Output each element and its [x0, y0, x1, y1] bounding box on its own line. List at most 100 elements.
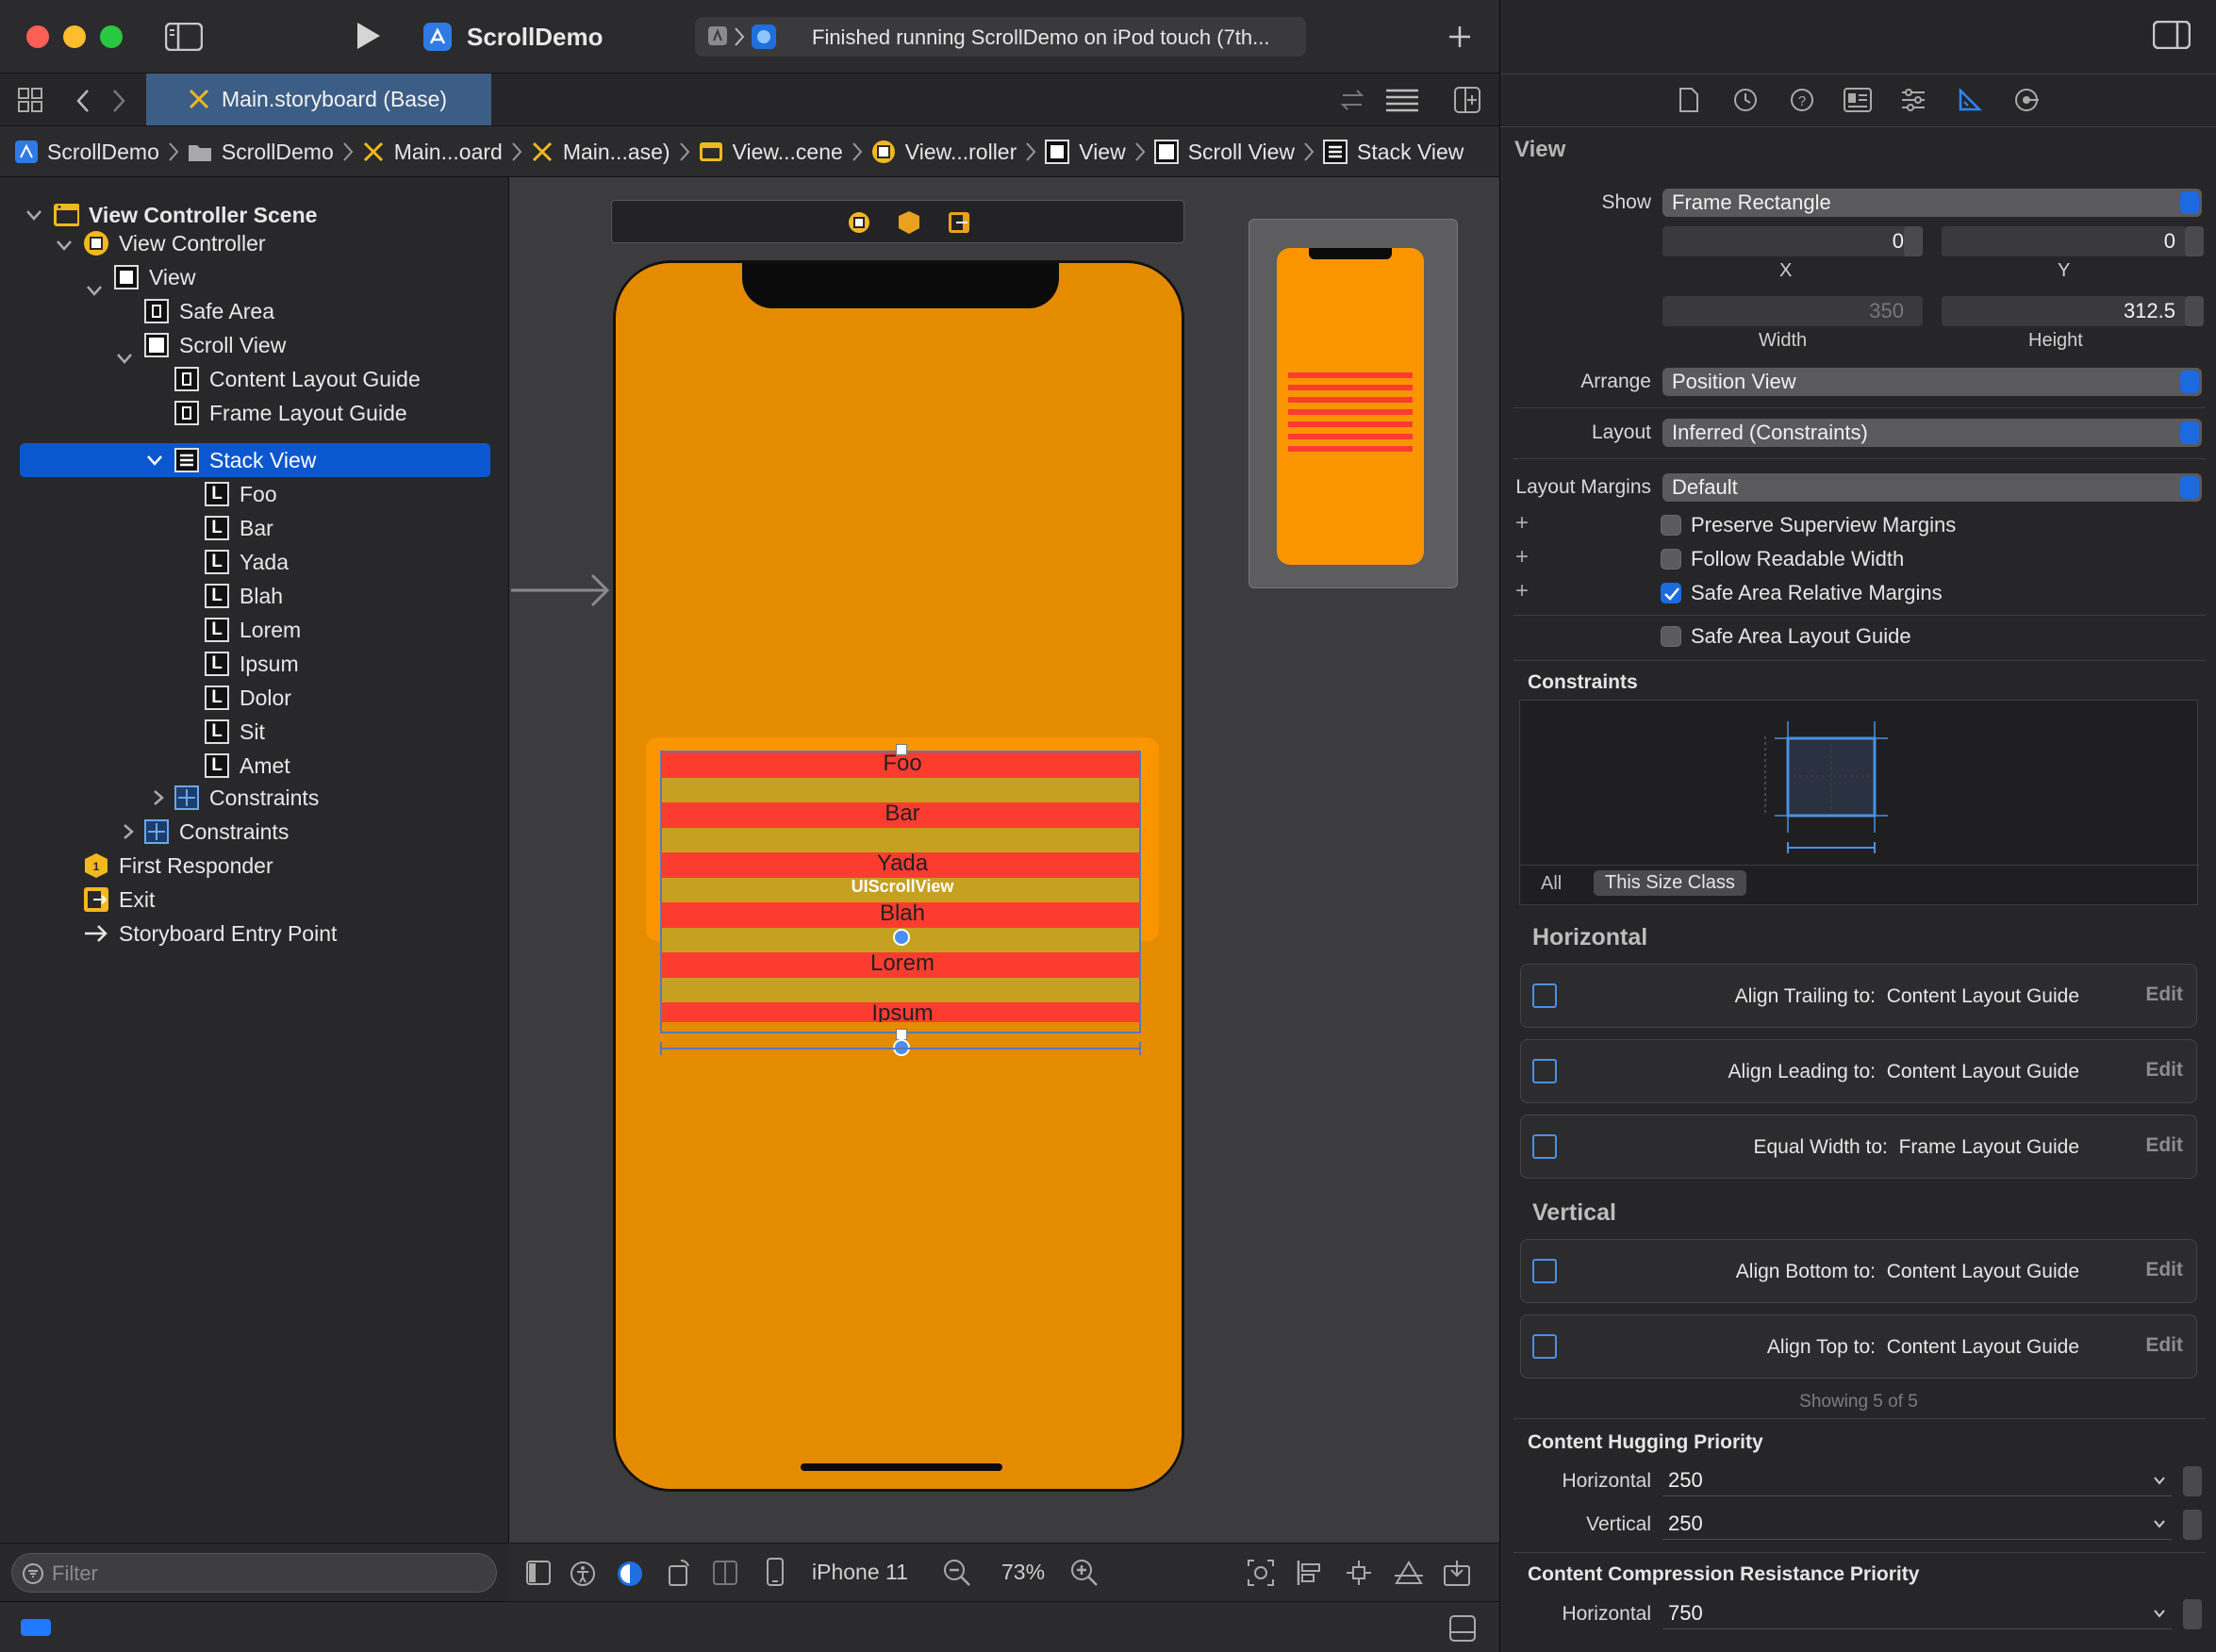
forward-icon[interactable]: [111, 89, 126, 113]
first-responder-icon[interactable]: [898, 210, 920, 235]
add-icon[interactable]: [1447, 25, 1472, 49]
appearance-icon[interactable]: [617, 1561, 643, 1587]
outline-label-item[interactable]: L Ipsum: [204, 647, 299, 681]
breadcrumb-group[interactable]: ScrollDemo: [222, 140, 334, 165]
x-field[interactable]: 0: [1662, 226, 1915, 256]
add-variation-icon[interactable]: +: [1515, 578, 1529, 604]
debug-area-toggle-icon[interactable]: [1449, 1615, 1476, 1642]
breadcrumb-scene[interactable]: View...cene: [733, 140, 843, 165]
edit-button[interactable]: Edit: [2145, 1334, 2183, 1357]
chevron-down-icon[interactable]: [25, 206, 43, 224]
close-window-button[interactable]: [26, 25, 49, 48]
storyboard-canvas[interactable]: Foo Bar Yada Blah Lorem Ipsum UIScrollVi…: [509, 177, 1499, 1554]
outline-label-item[interactable]: L Bar: [204, 511, 273, 545]
device-icon[interactable]: [766, 1557, 785, 1587]
adaptation-icon[interactable]: [713, 1561, 737, 1585]
constraint-align-trailing[interactable]: Align Trailing to: Content Layout Guide …: [1520, 964, 2197, 1028]
outline-entry-point[interactable]: Storyboard Entry Point: [83, 917, 337, 950]
chevron-right-icon[interactable]: [119, 822, 138, 841]
resize-handle[interactable]: [896, 744, 907, 755]
add-constraints-icon[interactable]: [1345, 1559, 1373, 1587]
view-controller-root-view[interactable]: Foo Bar Yada Blah Lorem Ipsum UIScrollVi…: [616, 263, 1182, 1489]
follow-readable-width-checkbox[interactable]: [1661, 549, 1681, 570]
scheme-name[interactable]: ScrollDemo: [467, 23, 604, 52]
outline-view[interactable]: View: [113, 260, 195, 294]
outline-label-item[interactable]: L Sit: [204, 715, 265, 749]
label-lorem[interactable]: Lorem: [662, 950, 1139, 978]
zoom-level[interactable]: 73%: [1001, 1560, 1045, 1585]
constraint-handle[interactable]: [893, 929, 910, 946]
size-inspector-icon[interactable]: [1957, 87, 1983, 113]
height-stepper[interactable]: [2185, 296, 2204, 326]
zoom-window-button[interactable]: [100, 25, 123, 48]
outline-constraints-inner[interactable]: Constraints: [174, 781, 319, 815]
view-controller-icon[interactable]: [848, 211, 870, 234]
outline-constraints-outer[interactable]: Constraints: [143, 815, 289, 849]
stack-view[interactable]: Foo Bar Yada Blah Lorem Ipsum UIScrollVi…: [660, 751, 1141, 1033]
filter-field[interactable]: Filter: [11, 1553, 497, 1593]
outline-label-item[interactable]: L Yada: [204, 545, 289, 579]
outline-scroll-view[interactable]: Scroll View: [143, 328, 286, 362]
outline-label-item[interactable]: L Lorem: [204, 613, 301, 647]
identity-inspector-icon[interactable]: [1844, 88, 1872, 112]
connections-inspector-icon[interactable]: [2013, 87, 2040, 113]
zoom-out-icon[interactable]: [943, 1559, 971, 1587]
chevron-down-icon[interactable]: [115, 349, 134, 368]
outline-content-layout-guide[interactable]: Content Layout Guide: [174, 362, 421, 396]
height-field[interactable]: 312.5: [1942, 296, 2187, 326]
attributes-inspector-icon[interactable]: [1900, 87, 1927, 113]
compression-horizontal-combo[interactable]: 750: [1662, 1599, 2172, 1629]
accessibility-icon[interactable]: [570, 1561, 596, 1587]
outline-exit[interactable]: Exit: [83, 883, 155, 917]
file-inspector-icon[interactable]: [1678, 87, 1700, 113]
embed-in-icon[interactable]: [1443, 1559, 1471, 1587]
preserve-superview-margins-checkbox[interactable]: [1661, 515, 1681, 536]
breadcrumb-stack-view[interactable]: Stack View: [1357, 140, 1464, 165]
document-outline-toggle-icon[interactable]: [526, 1561, 551, 1585]
outline-label-item[interactable]: L Blah: [204, 579, 283, 613]
edit-button[interactable]: Edit: [2145, 1259, 2183, 1281]
size-tab-this-size-class[interactable]: This Size Class: [1594, 870, 1746, 896]
breadcrumb-project[interactable]: ScrollDemo: [47, 140, 159, 165]
constraint-equal-width[interactable]: Equal Width to: Frame Layout Guide Edit: [1520, 1115, 2197, 1179]
outline-safe-area[interactable]: Safe Area: [143, 294, 274, 328]
exit-icon[interactable]: [948, 211, 970, 234]
help-inspector-icon[interactable]: ?: [1789, 87, 1815, 113]
x-stepper[interactable]: [1904, 226, 1923, 256]
chevron-right-icon[interactable]: [149, 788, 168, 807]
compression-horizontal-stepper[interactable]: [2183, 1599, 2202, 1629]
outline-label-item[interactable]: L Dolor: [204, 681, 291, 715]
device-name[interactable]: iPhone 11: [812, 1560, 908, 1585]
add-editor-icon[interactable]: [1453, 86, 1481, 114]
breadcrumb-storyboard-base[interactable]: Main...ase): [563, 140, 670, 165]
tab-main-storyboard[interactable]: Main.storyboard (Base): [146, 74, 491, 125]
constraint-align-top[interactable]: Align Top to: Content Layout Guide Edit: [1520, 1314, 2197, 1379]
breadcrumb-view[interactable]: View: [1079, 140, 1125, 165]
arrange-popup[interactable]: Position View: [1662, 368, 2202, 396]
label-yada[interactable]: Yada: [662, 851, 1139, 878]
align-icon[interactable]: [1296, 1559, 1324, 1587]
edit-button[interactable]: Edit: [2145, 983, 2183, 1006]
hugging-vertical-stepper[interactable]: [2183, 1510, 2202, 1540]
resolve-issues-icon[interactable]: [1394, 1559, 1424, 1587]
outline-view-controller[interactable]: View Controller: [83, 226, 266, 260]
navigator-toggle-icon[interactable]: [165, 23, 203, 51]
history-inspector-icon[interactable]: [1732, 87, 1759, 113]
grid-icon[interactable]: [17, 87, 43, 113]
edit-button[interactable]: Edit: [2145, 1134, 2183, 1157]
hugging-horizontal-stepper[interactable]: [2183, 1466, 2202, 1496]
zoom-in-icon[interactable]: [1070, 1559, 1099, 1587]
constraint-align-leading[interactable]: Align Leading to: Content Layout Guide E…: [1520, 1039, 2197, 1103]
canvas-minimap[interactable]: [1249, 219, 1458, 588]
chevron-down-icon[interactable]: [145, 451, 164, 470]
y-stepper[interactable]: [2185, 226, 2204, 256]
orientation-icon[interactable]: [666, 1559, 692, 1587]
breadcrumb-scroll-view[interactable]: Scroll View: [1188, 140, 1295, 165]
add-variation-icon[interactable]: +: [1515, 510, 1529, 537]
layout-margins-popup[interactable]: Default: [1662, 473, 2202, 502]
edit-button[interactable]: Edit: [2145, 1059, 2183, 1082]
outline-frame-layout-guide[interactable]: Frame Layout Guide: [174, 396, 407, 430]
hugging-horizontal-combo[interactable]: 250: [1662, 1466, 2172, 1496]
breadcrumb-storyboard[interactable]: Main...oard: [394, 140, 503, 165]
chevron-down-icon[interactable]: [55, 236, 74, 255]
